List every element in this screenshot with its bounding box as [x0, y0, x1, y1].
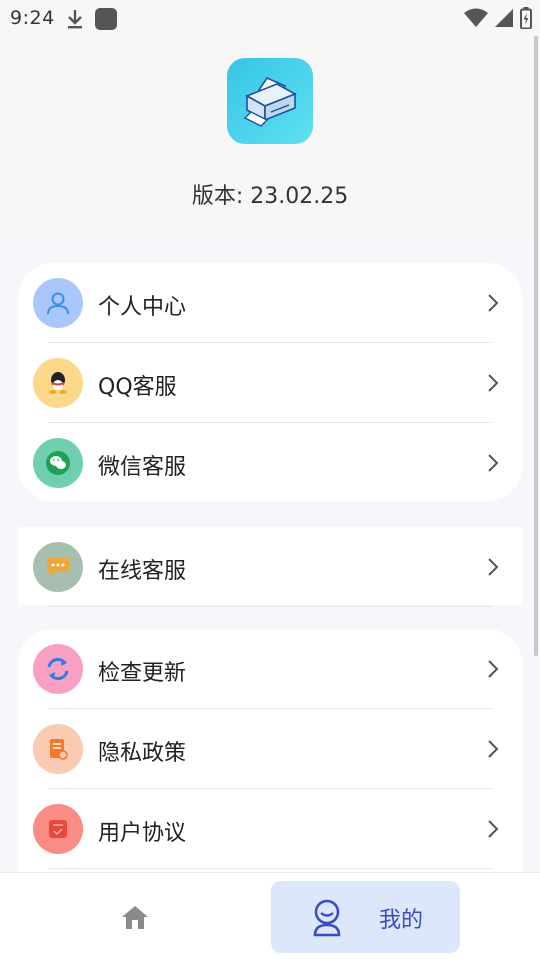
printer-icon: [243, 76, 297, 127]
menu-icon-bg: [33, 278, 83, 328]
menu-icon-bg: [33, 358, 83, 408]
bottom-nav: 我的: [0, 872, 540, 960]
chevron-right-icon: [488, 294, 499, 312]
menu-item-wechat-service[interactable]: 微信客服: [18, 423, 522, 503]
agreement-icon: [49, 820, 67, 838]
menu-label: 检查更新: [98, 661, 187, 686]
home-icon: [122, 906, 148, 929]
menu-item-privacy-policy[interactable]: 隐私政策: [18, 709, 522, 789]
chevron-right-icon: [488, 820, 499, 838]
menu-label: 隐私政策: [98, 741, 187, 766]
qq-penguin-icon: [49, 372, 67, 394]
app-notification-icon: [95, 8, 117, 30]
menu-item-personal-center[interactable]: 个人中心: [18, 263, 522, 343]
app-logo: [227, 58, 313, 144]
menu-card-support: 个人中心 QQ客服 微信客服: [18, 263, 522, 501]
battery-icon: [520, 7, 532, 29]
wechat-icon: [46, 451, 70, 475]
menu-label: 个人中心: [98, 295, 187, 320]
menu-label: QQ客服: [98, 375, 177, 400]
nav-tab-mine-label: 我的: [379, 908, 424, 933]
menu-label: 在线客服: [98, 559, 187, 584]
version-text: 版本: 23.02.25: [191, 184, 349, 209]
profile-icon: [313, 899, 341, 937]
divider: [48, 606, 492, 607]
menu-icon-bg: [33, 438, 83, 488]
menu-icon-bg: [33, 644, 83, 694]
menu-item-user-agreement[interactable]: 用户协议: [18, 789, 522, 869]
status-time: 9:24: [10, 7, 55, 29]
download-icon: [68, 10, 82, 29]
menu-card-about: 检查更新 隐私政策 用户协议: [18, 629, 522, 889]
menu-icon-bg: [33, 542, 83, 592]
chevron-right-icon: [488, 454, 499, 472]
menu-item-online-service[interactable]: 在线客服: [18, 527, 522, 607]
menu-label: 微信客服: [98, 455, 187, 480]
refresh-icon: [47, 658, 69, 680]
cell-signal-icon: [495, 9, 513, 27]
chat-bubble-icon: [47, 558, 69, 577]
menu-card-online: 在线客服: [18, 527, 522, 607]
menu-label: 用户协议: [98, 821, 187, 846]
chevron-right-icon: [488, 558, 499, 576]
menu-item-check-update[interactable]: 检查更新: [18, 629, 522, 709]
divider: [48, 868, 492, 869]
document-icon: [50, 739, 68, 760]
scrollbar[interactable]: [534, 36, 538, 656]
status-bar: 9:24: [0, 0, 540, 36]
menu-icon-bg: [33, 804, 83, 854]
wifi-icon: [464, 8, 488, 27]
app-header: 版本: 23.02.25: [0, 36, 540, 240]
user-icon: [47, 292, 69, 315]
nav-tab-mine[interactable]: 我的: [271, 881, 460, 953]
chevron-right-icon: [488, 740, 499, 758]
nav-tab-home[interactable]: [80, 881, 190, 953]
menu-item-qq-service[interactable]: QQ客服: [18, 343, 522, 423]
chevron-right-icon: [488, 374, 499, 392]
chevron-right-icon: [488, 660, 499, 678]
menu-icon-bg: [33, 724, 83, 774]
